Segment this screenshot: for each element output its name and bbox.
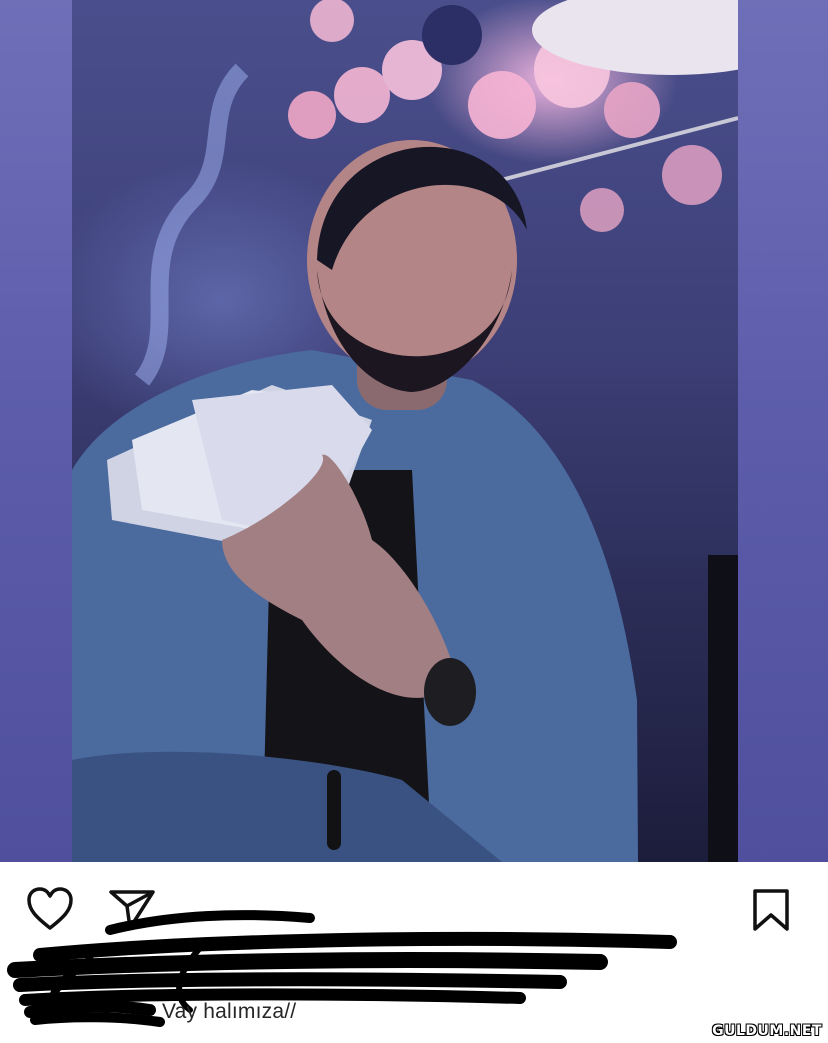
wristwatch: [424, 658, 476, 726]
post-image[interactable]: [0, 0, 828, 862]
photo-content: [72, 0, 738, 862]
redaction-scribble: [7, 910, 677, 1027]
post-caption: Vay halımıza//: [162, 1000, 297, 1023]
photo-illustration: [72, 0, 738, 862]
bookmark-icon[interactable]: [752, 888, 790, 937]
watermark: GULDUM.NET: [712, 1023, 822, 1039]
